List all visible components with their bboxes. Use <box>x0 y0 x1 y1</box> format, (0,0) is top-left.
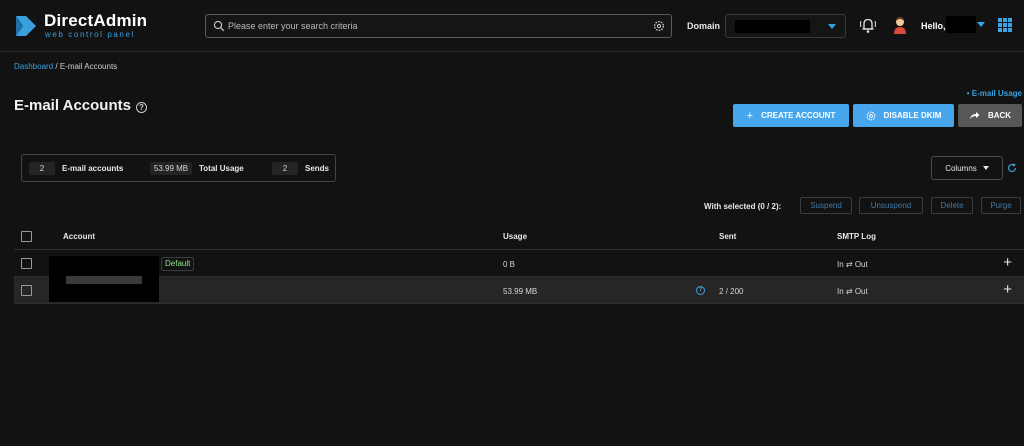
disable-dkim-label: DISABLE DKIM <box>883 111 942 120</box>
apps-grid-icon[interactable] <box>998 18 1012 32</box>
row-checkbox[interactable] <box>21 285 32 296</box>
create-account-button[interactable]: + CREATE ACCOUNT <box>733 104 849 127</box>
user-greeting[interactable]: Hello, <box>921 21 946 31</box>
table-row[interactable]: Default 0 B In ⇄ Out + <box>14 250 1024 277</box>
logo[interactable]: DirectAdmin web control panel <box>14 11 154 40</box>
stats-summary: 2 E-mail accounts 53.99 MB Total Usage 2… <box>21 154 336 182</box>
column-header-sent[interactable]: Sent <box>719 232 736 241</box>
domain-select[interactable] <box>725 14 846 38</box>
columns-dropdown[interactable]: Columns <box>931 156 1003 180</box>
username-redacted <box>946 16 976 33</box>
breadcrumb-dashboard-link[interactable]: Dashboard <box>14 62 53 71</box>
domain-label: Domain <box>687 21 721 31</box>
gear-icon[interactable] <box>653 20 665 32</box>
sends-label: Sends <box>305 164 330 173</box>
unsuspend-button[interactable]: Unsuspend <box>859 197 923 214</box>
help-icon[interactable]: ? <box>136 102 147 113</box>
search-icon <box>213 20 225 32</box>
avatar[interactable] <box>892 16 908 34</box>
smtp-log-cell[interactable]: In ⇄ Out <box>837 260 868 269</box>
breadcrumb: Dashboard / E-mail Accounts <box>14 62 117 71</box>
columns-label: Columns <box>945 163 977 173</box>
search-input[interactable]: Please enter your search criteria <box>205 14 672 38</box>
usage-label: Total Usage <box>199 164 244 173</box>
usage-cell: 0 B <box>503 260 516 269</box>
bell-icon[interactable] <box>858 15 878 35</box>
back-arrow-icon <box>969 112 980 119</box>
usage-total: 53.99 MB <box>150 162 192 175</box>
page-title: E-mail Accounts <box>14 97 131 114</box>
domain-value-redacted <box>735 20 810 33</box>
sends-count: 2 <box>272 162 298 175</box>
account-name-redacted-bar <box>66 276 142 284</box>
chevron-down-icon <box>982 166 989 170</box>
top-bar: DirectAdmin web control panel Please ent… <box>0 0 1024 52</box>
back-button[interactable]: BACK <box>958 104 1022 127</box>
accounts-count: 2 <box>29 162 55 175</box>
suspend-button[interactable]: Suspend <box>800 197 852 214</box>
breadcrumb-current: E-mail Accounts <box>59 62 118 71</box>
email-usage-link[interactable]: • E-mail Usage <box>967 89 1022 98</box>
column-header-smtp-log[interactable]: SMTP Log <box>837 232 876 241</box>
table-row[interactable]: 53.99 MB ? 2 / 200 In ⇄ Out + <box>14 277 1024 304</box>
delete-button[interactable]: Delete <box>931 197 973 214</box>
refresh-icon[interactable] <box>1007 163 1017 173</box>
breadcrumb-separator: / <box>53 62 60 71</box>
accounts-label: E-mail accounts <box>62 164 124 173</box>
table-header: Account Usage Sent SMTP Log <box>14 224 1024 250</box>
select-all-checkbox[interactable] <box>21 231 32 242</box>
logo-title: DirectAdmin <box>44 11 148 30</box>
row-checkbox[interactable] <box>21 258 32 269</box>
directadmin-logo-icon <box>16 16 36 36</box>
plus-icon: + <box>746 109 754 122</box>
expand-row-icon[interactable]: + <box>1003 282 1012 297</box>
default-badge: Default <box>161 257 195 271</box>
column-header-account[interactable]: Account <box>63 232 95 241</box>
purge-button[interactable]: Purge <box>981 197 1021 214</box>
smtp-log-cell[interactable]: In ⇄ Out <box>837 287 868 296</box>
with-selected-label: With selected (0 / 2): <box>704 202 782 211</box>
chevron-down-icon <box>828 24 836 29</box>
account-name-redacted <box>49 256 159 302</box>
logo-subtitle: web control panel <box>45 30 135 39</box>
disable-dkim-button[interactable]: DISABLE DKIM <box>853 104 954 127</box>
help-icon[interactable]: ? <box>696 286 705 295</box>
usage-cell: 53.99 MB <box>503 287 538 296</box>
sent-cell: 2 / 200 <box>719 287 744 296</box>
expand-row-icon[interactable]: + <box>1003 255 1012 270</box>
create-account-label: CREATE ACCOUNT <box>761 111 836 120</box>
column-header-usage[interactable]: Usage <box>503 232 527 241</box>
back-label: BACK <box>987 111 1012 120</box>
user-menu-chevron-icon[interactable] <box>977 22 985 27</box>
search-placeholder: Please enter your search criteria <box>228 21 358 31</box>
gear-icon <box>866 111 876 120</box>
